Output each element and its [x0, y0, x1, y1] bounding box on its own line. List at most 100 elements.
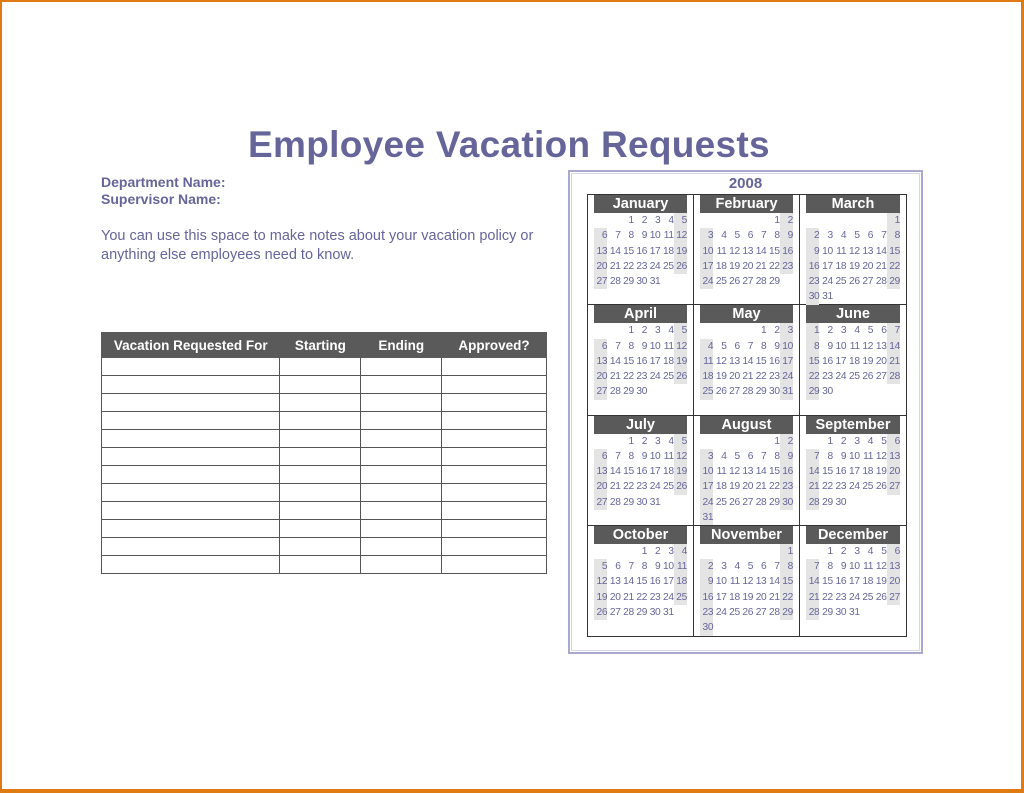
ending-cell[interactable]: [360, 411, 443, 430]
starting-cell[interactable]: [279, 537, 362, 556]
starting-cell[interactable]: [279, 519, 362, 538]
day: 28: [742, 386, 754, 398]
day: 27: [742, 276, 754, 288]
day: 9: [641, 340, 648, 352]
weekend-day: 29: [886, 274, 900, 290]
weekend-day: 15: [779, 574, 793, 590]
weekend-day: 16: [779, 243, 793, 259]
vacation-requested-for-cell[interactable]: [100, 375, 281, 394]
vacation-requested-for-cell[interactable]: [100, 537, 281, 556]
weekend-day: 26: [594, 604, 608, 621]
table-header-row: Vacation Requested For Starting Ending A…: [100, 332, 547, 358]
ending-cell[interactable]: [360, 555, 443, 574]
approved-cell[interactable]: [441, 519, 547, 538]
approved-cell[interactable]: [441, 447, 547, 466]
day: 4: [668, 215, 674, 226]
day: 2: [655, 545, 661, 557]
ending-cell[interactable]: [360, 519, 443, 538]
month-name: January: [594, 195, 687, 213]
approved-cell[interactable]: [441, 483, 547, 502]
vacation-requested-for-cell[interactable]: [100, 411, 281, 430]
starting-cell[interactable]: [279, 393, 362, 412]
day: 22: [636, 591, 648, 603]
month-days-grid: 1 2 3 4 5 6 7 8 9 10 11 12 13 14 15 16 17 18 19 20 21 22 23 24 2…: [700, 543, 793, 636]
day: 11: [849, 340, 860, 352]
weekend-day: 28: [806, 604, 820, 621]
day: 26: [848, 276, 860, 288]
calendar-year: 2008: [728, 175, 763, 192]
empty-day-cell: [607, 434, 620, 449]
vacation-requested-for-cell[interactable]: [100, 519, 281, 538]
day: 3: [827, 230, 833, 242]
day: 28: [755, 276, 767, 288]
ending-cell[interactable]: [360, 465, 443, 484]
ending-cell[interactable]: [360, 501, 443, 520]
weekend-day: 12: [673, 448, 687, 465]
month-name: August: [700, 415, 793, 434]
day: 2: [641, 215, 648, 226]
ending-cell[interactable]: [360, 483, 443, 502]
vacation-requested-for-cell[interactable]: [100, 429, 281, 448]
vacation-requested-for-cell[interactable]: [100, 447, 281, 466]
weekend-day: 7: [806, 559, 820, 575]
day: 6: [747, 230, 754, 242]
day: 13: [862, 245, 874, 257]
day: 8: [761, 340, 767, 352]
day: 5: [881, 435, 887, 447]
approved-cell[interactable]: [441, 555, 547, 574]
vacation-requested-for-cell[interactable]: [100, 393, 281, 412]
starting-cell[interactable]: [279, 555, 362, 574]
weekend-day: 28: [886, 369, 900, 385]
day: 9: [840, 561, 847, 573]
approved-cell[interactable]: [441, 429, 547, 448]
day: 10: [649, 230, 661, 242]
starting-cell[interactable]: [279, 411, 362, 430]
weekend-day: 12: [673, 338, 687, 354]
day: 29: [768, 496, 780, 508]
starting-cell[interactable]: [279, 357, 362, 376]
weekend-day: 7: [806, 448, 820, 465]
empty-day-cell: [713, 434, 726, 449]
day: 19: [862, 355, 874, 367]
starting-cell[interactable]: [279, 483, 362, 502]
approved-cell[interactable]: [441, 465, 547, 484]
ending-cell[interactable]: [360, 537, 443, 556]
approved-cell[interactable]: [441, 411, 547, 430]
ending-cell[interactable]: [360, 447, 443, 466]
vacation-requested-for-cell[interactable]: [100, 357, 281, 376]
month-may: May 1 2 3 4 5 6 7 8 9 10 11 12 13 14 15 16 17 18 19 20 21 22 23…: [694, 305, 800, 416]
ending-cell[interactable]: [360, 375, 443, 394]
starting-cell[interactable]: [279, 465, 362, 484]
approved-cell[interactable]: [441, 357, 547, 376]
approved-cell[interactable]: [441, 375, 547, 394]
starting-cell[interactable]: [279, 375, 362, 394]
vacation-requested-for-cell[interactable]: [100, 501, 281, 520]
day: 12: [875, 561, 887, 573]
empty-day-cell: [740, 323, 753, 338]
day: 19: [715, 371, 727, 383]
request-table-body: [100, 357, 547, 574]
approved-cell[interactable]: [441, 537, 547, 556]
starting-cell[interactable]: [279, 429, 362, 448]
day: 9: [774, 340, 780, 352]
starting-cell[interactable]: [279, 447, 362, 466]
day: 29: [623, 276, 634, 288]
month-april: April 1 2 3 4 5 6 7 8 9 10 11 12 13 14 15 16 17 18 19 20 21 22…: [588, 305, 694, 416]
weekend-day: 20: [886, 464, 900, 480]
table-row: [100, 411, 547, 430]
vacation-requested-for-cell[interactable]: [100, 483, 281, 502]
ending-cell[interactable]: [360, 393, 443, 412]
day: 15: [755, 355, 767, 367]
vacation-requested-for-cell[interactable]: [100, 555, 281, 574]
vacation-requested-for-cell[interactable]: [100, 465, 281, 484]
weekend-day: 3: [779, 323, 793, 339]
day: 25: [662, 481, 674, 493]
approved-cell[interactable]: [441, 501, 547, 520]
day: 21: [768, 591, 780, 603]
day: 10: [649, 340, 661, 352]
day: 15: [822, 576, 833, 588]
starting-cell[interactable]: [279, 501, 362, 520]
ending-cell[interactable]: [360, 429, 443, 448]
approved-cell[interactable]: [441, 393, 547, 412]
ending-cell[interactable]: [360, 357, 443, 376]
